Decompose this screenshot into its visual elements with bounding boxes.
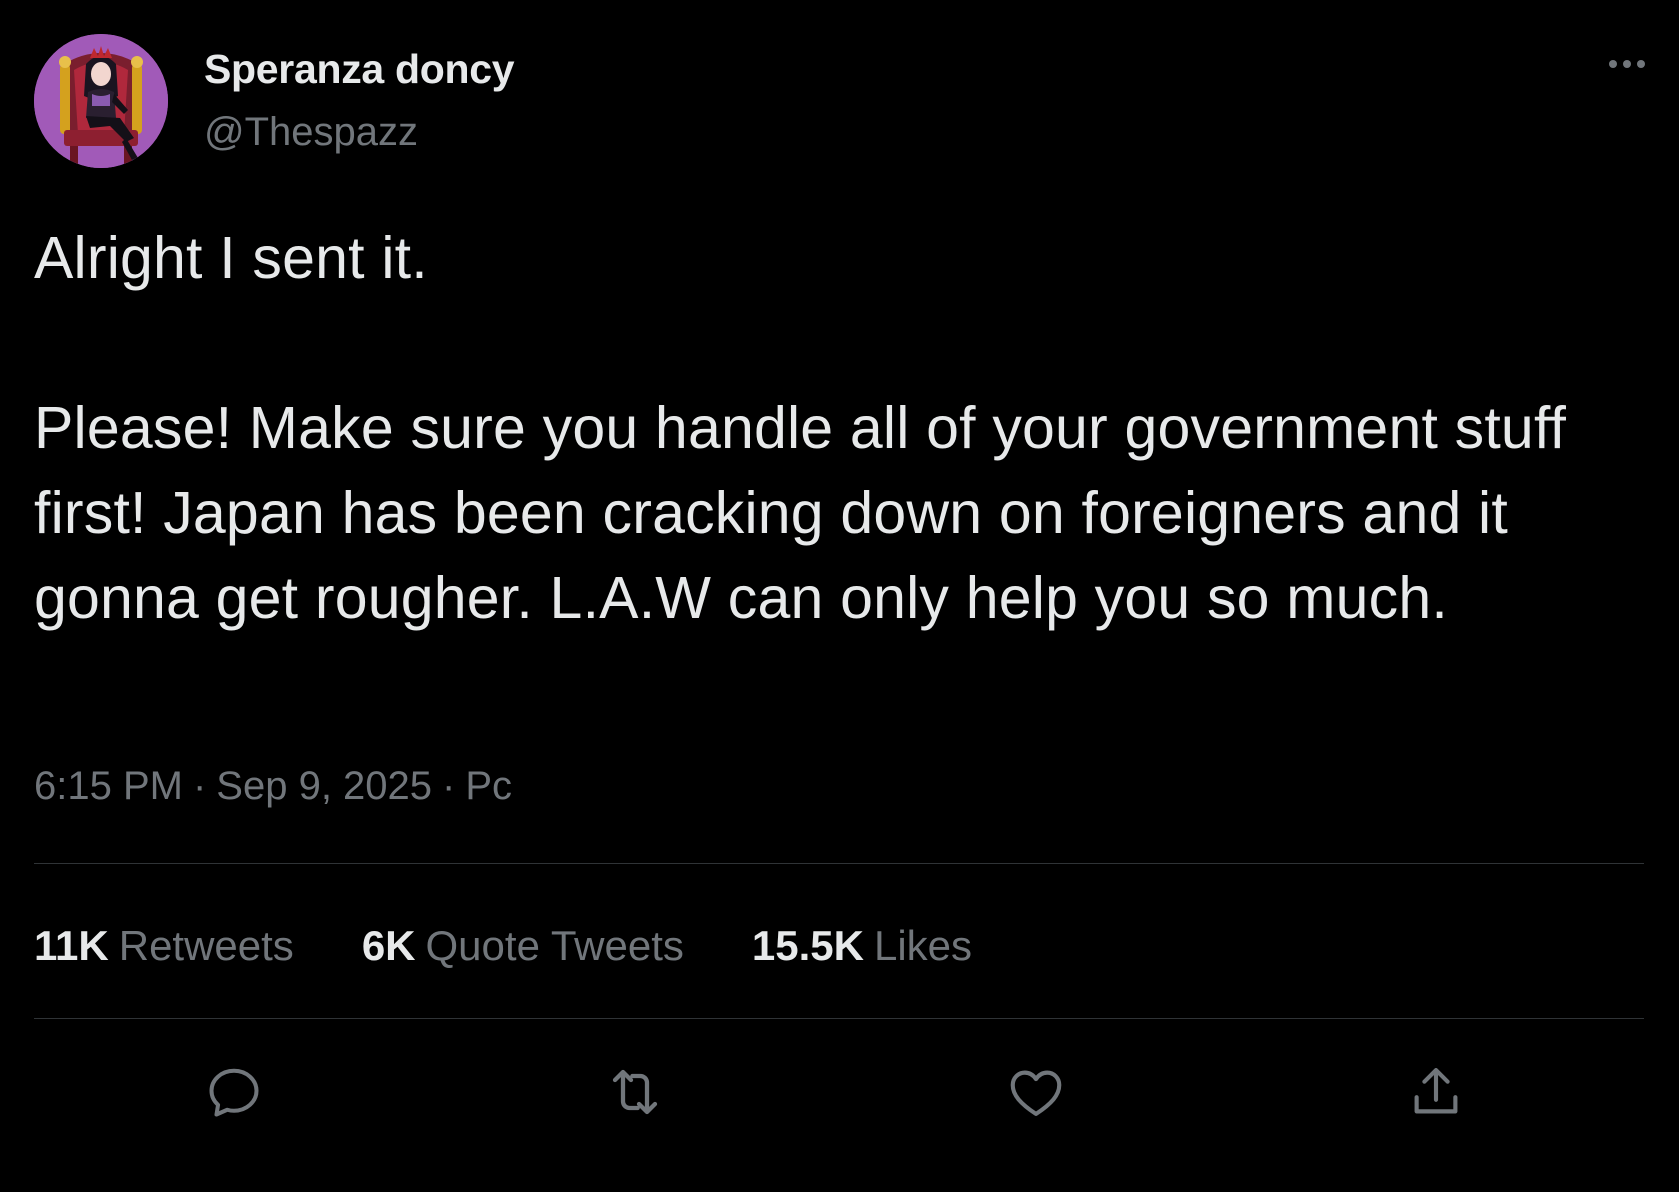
tweet-paragraph: Alright I sent it. xyxy=(34,225,428,291)
retweet-button[interactable] xyxy=(599,1056,671,1128)
retweet-icon xyxy=(612,1069,658,1115)
reply-button[interactable] xyxy=(198,1056,270,1128)
quote-tweets-stat[interactable]: 6K Quote Tweets xyxy=(362,922,684,970)
like-button[interactable] xyxy=(1000,1056,1072,1128)
heart-icon xyxy=(1010,1070,1062,1117)
tweet-date[interactable]: Sep 9, 2025 xyxy=(216,764,432,808)
tweet-source: Pc xyxy=(465,764,513,808)
divider xyxy=(34,1018,1644,1019)
retweets-count: 11K xyxy=(34,922,109,969)
meta-separator: · xyxy=(192,764,207,808)
quote-tweets-label: Quote Tweets xyxy=(425,922,684,969)
reply-icon xyxy=(209,1068,259,1117)
more-horizontal-icon[interactable] xyxy=(1585,50,1645,78)
retweets-label: Retweets xyxy=(118,922,294,969)
meta-separator: · xyxy=(442,764,456,808)
tweet-paragraph: Please! Make sure you handle all of your… xyxy=(34,395,1567,631)
tweet-time[interactable]: 6:15 PM xyxy=(34,764,183,808)
share-button[interactable] xyxy=(1400,1056,1472,1128)
likes-label: Likes xyxy=(873,922,973,969)
likes-stat[interactable]: 15.5K Likes xyxy=(752,922,972,970)
tweet-text: Alright I sent it. Please! Make sure you… xyxy=(34,216,1644,641)
tweet-metadata: 6:15 PM · Sep 9, 2025 · Pc xyxy=(34,764,512,809)
avatar-image xyxy=(34,34,168,168)
tweet-header: Speranza doncy @Thespazz xyxy=(34,34,1645,170)
author-display-name[interactable]: Speranza doncy xyxy=(204,46,515,93)
quote-tweets-count: 6K xyxy=(361,922,416,969)
tweet-actions xyxy=(34,1056,1644,1128)
avatar[interactable] xyxy=(34,34,168,168)
tweet-stats: 11K Retweets 6K Quote Tweets 15.5K Likes xyxy=(34,916,1040,976)
author-handle[interactable]: @Thespazz xyxy=(204,110,418,155)
tweet-detail: Speranza doncy @Thespazz Alright I sent … xyxy=(0,0,1679,1192)
retweets-stat[interactable]: 11K Retweets xyxy=(34,922,294,970)
divider xyxy=(34,863,1644,864)
share-icon xyxy=(1414,1067,1458,1114)
likes-count: 15.5K xyxy=(751,922,864,969)
